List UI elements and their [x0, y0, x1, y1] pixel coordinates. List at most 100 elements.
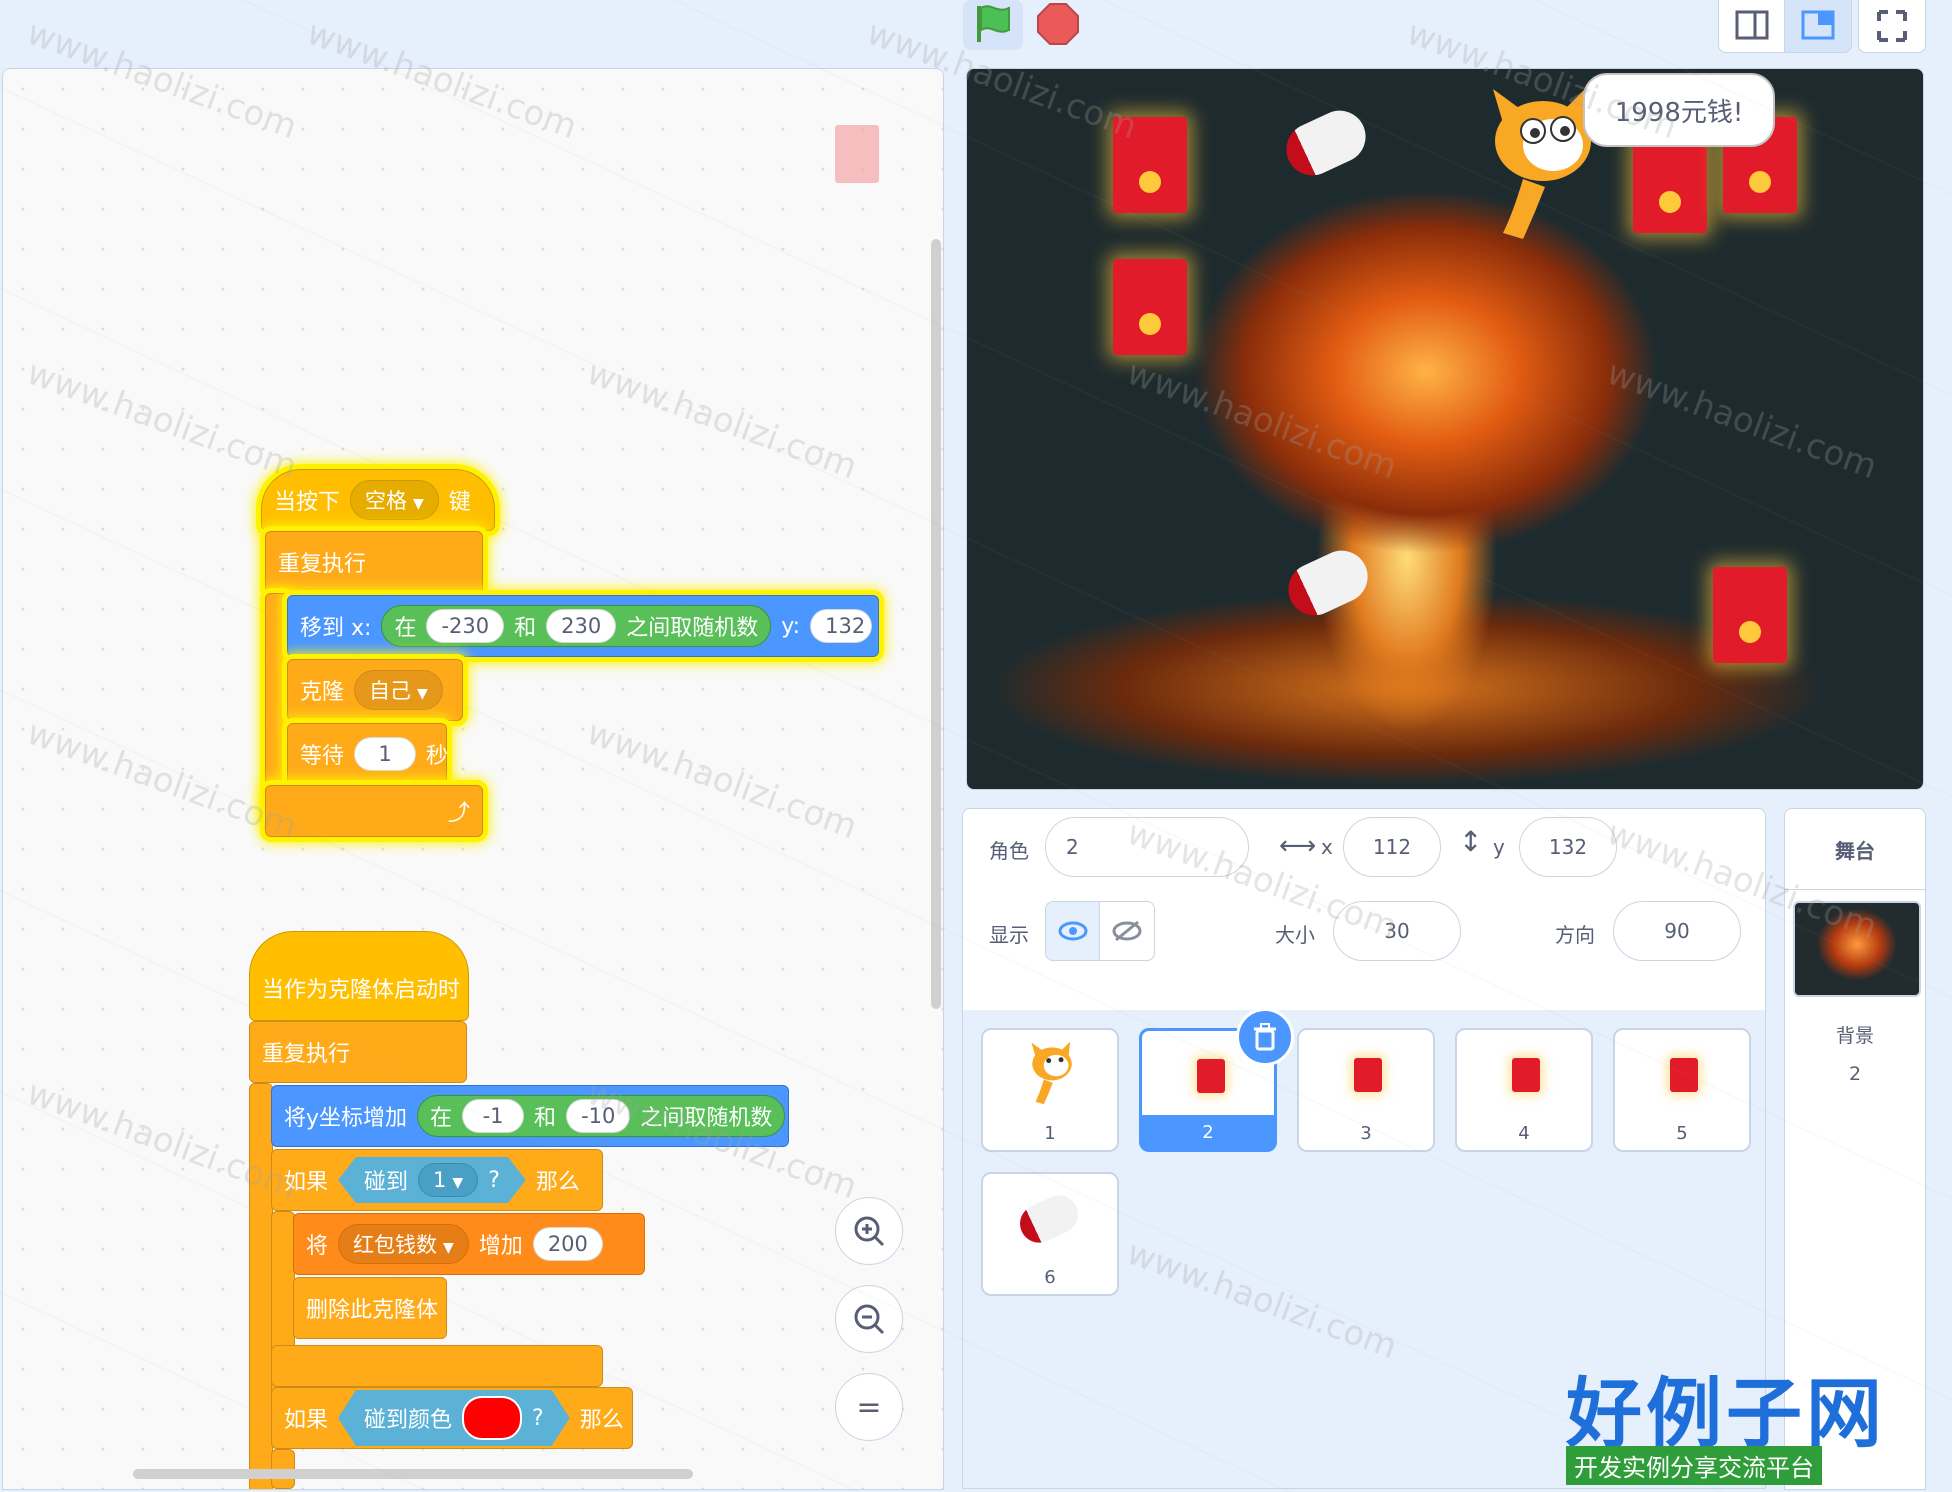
y-input[interactable]: 132	[810, 609, 873, 643]
sprite-tile-6[interactable]: 6	[981, 1172, 1119, 1296]
trash-icon	[1254, 1023, 1276, 1051]
backdrop-label: 背景	[1835, 1025, 1874, 1047]
size-input[interactable]: 30	[1333, 901, 1461, 961]
forever-block[interactable]: 重复执行	[265, 531, 483, 593]
sprite-ghost-icon	[835, 125, 879, 183]
when-start-as-clone-block[interactable]: 当作为克隆体启动时	[249, 931, 469, 1021]
red-packet-icon	[1354, 1058, 1382, 1092]
red-packet-sprite	[1113, 117, 1187, 213]
backdrop-thumbnail[interactable]	[1793, 901, 1921, 997]
y-arrows-icon: ↕	[1459, 825, 1483, 858]
show-hidden-button[interactable]	[1099, 901, 1155, 961]
small-stage-button[interactable]	[1718, 0, 1786, 53]
sprite-name-label: 角色	[989, 839, 1029, 863]
green-flag-icon	[977, 5, 1010, 42]
red-packet-icon	[1197, 1059, 1225, 1093]
block-label: 秒	[426, 744, 449, 769]
rocket-sprite	[1279, 542, 1377, 624]
when-key-pressed-block[interactable]: 当按下 空格 ▼ 键	[261, 469, 495, 531]
go-to-xy-block[interactable]: 移到 x: 在 -230 和 230 之间取随机数 y: 132	[287, 595, 879, 657]
normal-stage-button[interactable]	[1784, 0, 1852, 53]
random-from-input[interactable]: -1	[462, 1099, 525, 1133]
sprite-tile-label: 6	[1044, 1267, 1056, 1288]
key-dropdown[interactable]: 空格 ▼	[350, 480, 439, 520]
sprite-tile-label: 5	[1676, 1123, 1688, 1144]
show-label: 显示	[989, 923, 1029, 947]
forever-footer: ⤴	[265, 785, 483, 837]
delete-sprite-button[interactable]	[1236, 1008, 1294, 1066]
stage-title: 舞台	[1785, 809, 1925, 890]
wait-seconds-input[interactable]: 1	[354, 737, 417, 771]
delete-clone-block[interactable]: 删除此克隆体	[293, 1277, 447, 1339]
variable-dropdown[interactable]: 红包钱数 ▼	[338, 1224, 469, 1264]
code-workspace[interactable]: 当按下 空格 ▼ 键 重复执行 移到 x: 在 -230 和 230 之间取随机数…	[2, 68, 944, 1490]
sprite-info-panel: 角色 2 ⟷ x 112 ↕ y 132 显示 大小 30 方向 90	[962, 808, 1766, 1012]
random-to-input[interactable]: 230	[546, 609, 617, 643]
random-to-input[interactable]: -10	[566, 1099, 631, 1133]
rocket-sprite	[1277, 102, 1375, 184]
direction-input[interactable]: 90	[1613, 901, 1741, 961]
block-label: 克隆	[300, 680, 345, 705]
block-label: 当作为克隆体启动时	[262, 978, 461, 1003]
block-label: 将y坐标增加	[284, 1106, 408, 1131]
cat-icon	[1031, 1041, 1072, 1105]
block-label: ?	[488, 1167, 500, 1193]
block-label: 和	[514, 616, 537, 641]
sprite-tile-4[interactable]: 4	[1455, 1028, 1593, 1152]
fullscreen-icon	[1877, 10, 1907, 42]
change-y-block[interactable]: 将y坐标增加 在 -1 和 -10 之间取随机数	[271, 1085, 789, 1147]
block-label: 当按下	[274, 490, 341, 515]
block-label: 和	[534, 1106, 557, 1131]
block-label: ?	[532, 1405, 544, 1431]
stage-canvas[interactable]: 1998元钱!	[966, 68, 1924, 790]
y-input[interactable]: 132	[1519, 817, 1617, 877]
zoom-reset-button[interactable]: =	[835, 1373, 903, 1441]
zoom-out-button[interactable]	[835, 1285, 903, 1353]
vertical-scrollbar[interactable]	[931, 239, 941, 1009]
stop-button[interactable]	[1028, 0, 1088, 50]
block-label: 之间取随机数	[640, 1106, 773, 1131]
green-flag-button[interactable]	[963, 0, 1023, 50]
touching-target-dropdown[interactable]: 1 ▼	[418, 1163, 478, 1197]
color-picker-swatch[interactable]	[462, 1396, 522, 1440]
zoom-in-button[interactable]	[835, 1197, 903, 1265]
rocket-icon	[1013, 1189, 1085, 1249]
sprite-tile-3[interactable]: 3	[1297, 1028, 1435, 1152]
if-block[interactable]: 如果 碰到 1 ▼ ? 那么	[271, 1149, 603, 1211]
red-packet-sprite	[1713, 567, 1787, 663]
random-from-input[interactable]: -230	[426, 609, 505, 643]
sprite-tile-label: 2	[1202, 1122, 1214, 1143]
pick-random-block[interactable]: 在 -230 和 230 之间取随机数	[381, 605, 772, 647]
block-label: 键	[448, 490, 471, 515]
forever-block[interactable]: 重复执行	[249, 1021, 467, 1083]
block-label: 移到 x:	[300, 616, 372, 641]
watermark-logo: 好例子网 开发实例分享交流平台	[1566, 1352, 1912, 1485]
red-packet-icon	[1670, 1058, 1698, 1092]
block-label: 那么	[535, 1170, 580, 1195]
if-block[interactable]: 如果 碰到颜色 ? 那么	[271, 1387, 633, 1449]
change-variable-block[interactable]: 将 红包钱数 ▼ 增加 200	[293, 1213, 645, 1275]
red-packet-sprite	[1113, 259, 1187, 355]
block-label: 碰到颜色	[364, 1408, 453, 1433]
speech-bubble: 1998元钱!	[1583, 73, 1775, 147]
x-input[interactable]: 112	[1343, 817, 1441, 877]
sprite-tile-1[interactable]: 1	[981, 1028, 1119, 1152]
red-packet-sprite	[1633, 137, 1707, 233]
sprite-name-input[interactable]: 2	[1045, 817, 1249, 877]
wait-block[interactable]: 等待 1 秒	[287, 723, 449, 785]
change-amount-input[interactable]: 200	[532, 1227, 603, 1261]
show-visible-button[interactable]	[1045, 901, 1101, 961]
sprite-tile-label: 1	[1044, 1123, 1056, 1144]
pick-random-block[interactable]: 在 -1 和 -10 之间取随机数	[417, 1095, 786, 1137]
horizontal-scrollbar[interactable]	[133, 1469, 693, 1479]
fullscreen-button[interactable]	[1858, 0, 1926, 53]
sprite-tile-5[interactable]: 5	[1613, 1028, 1751, 1152]
block-label: 增加	[478, 1234, 523, 1259]
clone-target-dropdown[interactable]: 自己 ▼	[354, 670, 443, 710]
eye-icon	[1058, 921, 1088, 941]
create-clone-block[interactable]: 克隆 自己 ▼	[287, 659, 463, 721]
touching-color-block[interactable]: 碰到颜色 ?	[338, 1390, 570, 1446]
touching-block[interactable]: 碰到 1 ▼ ?	[338, 1157, 526, 1203]
sprite-tile-label: 4	[1518, 1123, 1530, 1144]
red-packet-icon	[1512, 1058, 1540, 1092]
